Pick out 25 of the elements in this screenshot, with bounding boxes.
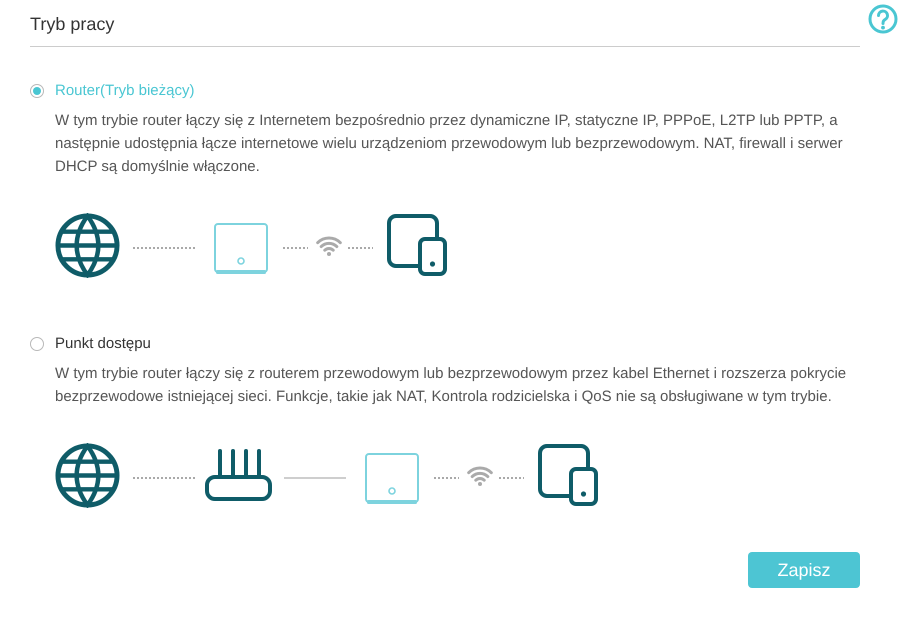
dotted-connector xyxy=(499,477,524,479)
help-icon[interactable] xyxy=(868,4,898,34)
save-button[interactable]: Zapisz xyxy=(748,552,860,588)
dotted-connector xyxy=(133,247,195,249)
radio-button[interactable] xyxy=(30,84,44,98)
dotted-connector xyxy=(133,477,195,479)
tablet-phone-icon xyxy=(387,214,447,276)
mode-description: W tym trybie router łączy się z routerem przewodowym lub bezprzewodowym przez kabel Ethernet i rozszerza pokrycie bezprzewodowe istniejącej sieci. Funkcje, takie jak NAT, Kontrola rodzicielska i QoS nie są obsługiwane w tym trybie. xyxy=(55,364,848,407)
mode-label[interactable]: Punkt dostępu xyxy=(55,334,151,354)
router-unit-icon xyxy=(365,453,419,505)
router-unit-icon xyxy=(214,223,268,275)
wifi-icon xyxy=(315,234,343,256)
dotted-connector xyxy=(434,477,459,479)
antenna-router-icon xyxy=(205,449,272,501)
tablet-phone-icon xyxy=(538,444,598,506)
mode-label[interactable]: Router(Tryb bieżący) xyxy=(55,81,194,101)
dotted-connector xyxy=(283,247,308,249)
cable-line xyxy=(284,477,346,479)
radio-button[interactable] xyxy=(30,337,44,351)
mode-description: W tym trybie router łączy się z Internetem bezpośrednio przez dynamiczne IP, statyczne IP, PPPoE, L2TP lub PPTP, a następnie udostępnia łącze internetowe wielu urządzeniom przewodowym lub bezprzewodowym. NAT, firewall i serwer DHCP są domyślnie włączone. xyxy=(55,111,844,177)
globe-icon xyxy=(55,442,120,508)
wifi-icon xyxy=(466,464,494,486)
globe-icon xyxy=(55,212,120,278)
page-title: Tryb pracy xyxy=(30,14,114,34)
dotted-connector xyxy=(348,247,373,249)
